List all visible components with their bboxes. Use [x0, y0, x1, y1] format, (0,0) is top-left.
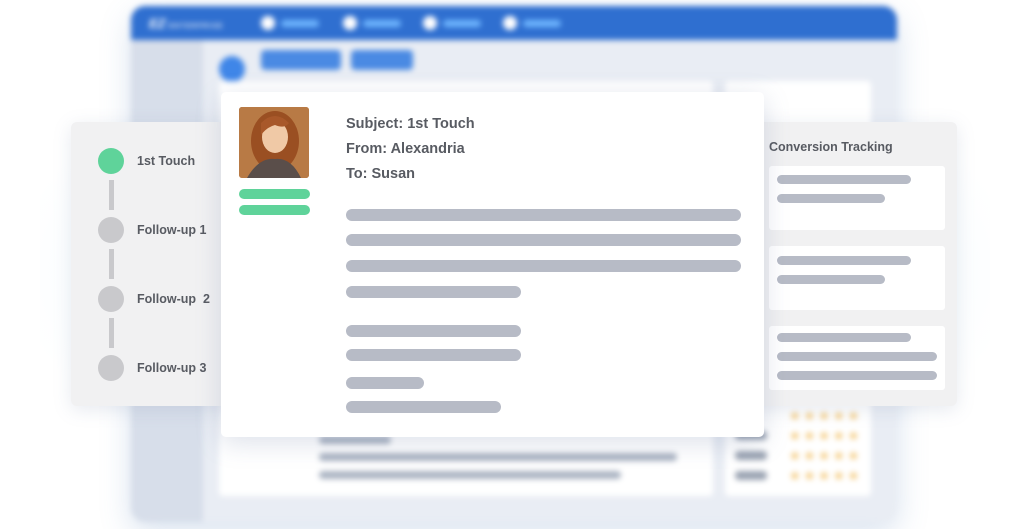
app-topbar: EZ ENTERPRISE: [131, 6, 897, 40]
step-indicator-active: [98, 148, 124, 174]
step-connector: [109, 180, 114, 210]
email-subject: Subject: 1st Touch: [346, 116, 475, 132]
email-body-line: [346, 234, 741, 246]
star-rating: ★★★★★: [789, 408, 863, 423]
star-rating: ★★★★★: [789, 428, 863, 443]
star-rating: ★★★★★: [789, 448, 863, 463]
conversion-item[interactable]: [769, 166, 945, 230]
toolbar-button[interactable]: [351, 50, 413, 70]
conversion-tracking-card: Conversion Tracking: [742, 122, 957, 406]
email-body-line: [346, 260, 741, 272]
sequence-card: 1st Touch Follow-up 1 Follow-up 2 Follow…: [71, 122, 246, 406]
step-indicator: [98, 355, 124, 381]
user-avatar[interactable]: [219, 56, 245, 82]
sender-tag-bar: [239, 205, 310, 215]
email-body-line: [346, 325, 521, 337]
email-body-line: [346, 286, 521, 298]
sender-photo-icon: [239, 107, 309, 178]
conversion-item[interactable]: [769, 326, 945, 390]
toolbar-button[interactable]: [261, 50, 341, 70]
star-rating: ★★★★★: [789, 468, 863, 483]
step-label: 1st Touch: [137, 154, 196, 168]
sender-avatar: [239, 107, 309, 178]
email-body-line: [346, 401, 501, 413]
email-from: From: Alexandria: [346, 141, 465, 157]
email-body-line: [346, 349, 521, 361]
step-indicator: [98, 286, 124, 312]
email-preview-card: Subject: 1st Touch From: Alexandria To: …: [221, 92, 764, 437]
conversion-item[interactable]: [769, 246, 945, 310]
conversion-tracking-title: Conversion Tracking: [769, 140, 893, 154]
email-body-line: [346, 377, 424, 389]
step-label: Follow-up 1: [137, 223, 207, 237]
step-connector: [109, 249, 114, 279]
step-label: Follow-up 3: [137, 361, 207, 375]
email-body-line: [346, 209, 741, 221]
sender-tag-bar: [239, 189, 310, 199]
step-indicator: [98, 217, 124, 243]
step-label: Follow-up 2: [137, 292, 210, 306]
step-connector: [109, 318, 114, 348]
email-to: To: Susan: [346, 166, 416, 182]
app-logo: EZ ENTERPRISE: [149, 16, 224, 31]
